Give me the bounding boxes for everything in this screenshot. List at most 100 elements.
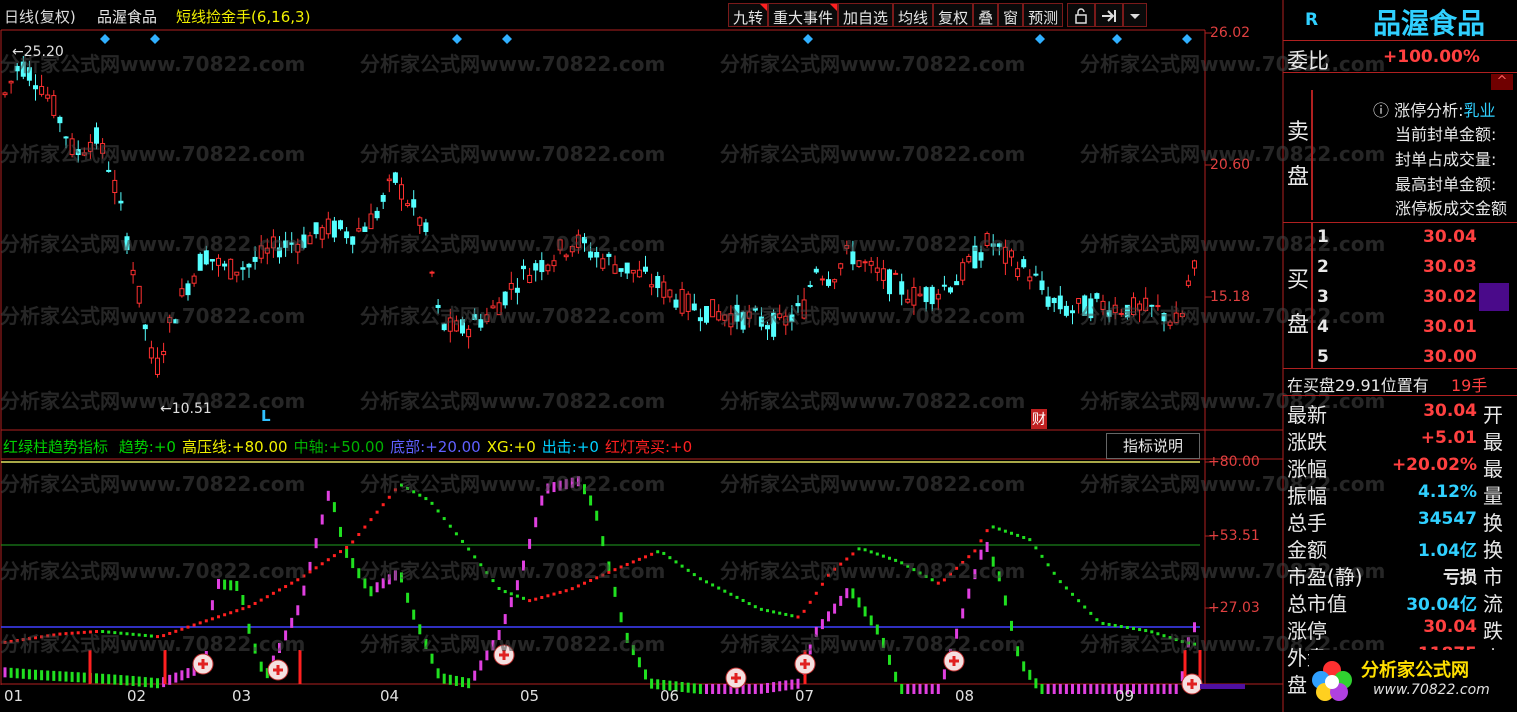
candle-body[interactable]: [777, 313, 783, 319]
candle-body[interactable]: [588, 251, 594, 258]
candle-body[interactable]: [575, 234, 581, 248]
candle-body[interactable]: [582, 236, 587, 244]
candle-body[interactable]: [246, 263, 252, 268]
candle-body[interactable]: [1167, 321, 1173, 326]
candle-body[interactable]: [350, 236, 356, 245]
candle-body[interactable]: [527, 274, 533, 284]
candle-body[interactable]: [319, 227, 325, 240]
candle-body[interactable]: [264, 247, 270, 254]
toolbar-forecast-button[interactable]: 预测: [1023, 3, 1064, 27]
candle-body[interactable]: [539, 260, 545, 273]
signal-diamond-icon[interactable]: [150, 34, 160, 44]
candle-body[interactable]: [14, 65, 20, 72]
candle-body[interactable]: [746, 311, 752, 319]
candle-body[interactable]: [783, 315, 789, 326]
candle-body[interactable]: [984, 233, 990, 247]
candle-body[interactable]: [996, 243, 1002, 247]
candle-body[interactable]: [112, 179, 118, 194]
candle-body[interactable]: [411, 199, 417, 208]
candle-body[interactable]: [118, 200, 124, 204]
candle-body[interactable]: [1185, 280, 1191, 286]
candle-body[interactable]: [1100, 300, 1106, 310]
candle-body[interactable]: [923, 287, 929, 303]
candle-body[interactable]: [758, 316, 764, 327]
candle-body[interactable]: [1155, 305, 1161, 308]
toolbar-add-watchlist-button[interactable]: 加自选: [838, 3, 894, 27]
candle-body[interactable]: [508, 282, 514, 290]
candle-body[interactable]: [423, 222, 429, 233]
candle-body[interactable]: [990, 243, 996, 247]
formula-name[interactable]: 短线捡金手(6,16,3): [176, 6, 310, 27]
candle-body[interactable]: [1118, 312, 1124, 315]
candle-body[interactable]: [972, 245, 978, 269]
candle-body[interactable]: [203, 250, 209, 265]
candle-body[interactable]: [496, 302, 502, 316]
candle-body[interactable]: [392, 172, 398, 183]
candle-body[interactable]: [234, 271, 240, 276]
candle-body[interactable]: [563, 254, 569, 258]
candle-body[interactable]: [362, 226, 368, 232]
candle-body[interactable]: [716, 311, 722, 321]
candle-body[interactable]: [26, 67, 32, 81]
candle-body[interactable]: [283, 240, 289, 248]
candle-body[interactable]: [655, 276, 661, 289]
candle-body[interactable]: [643, 266, 648, 272]
dropdown-arrow-icon[interactable]: [1123, 3, 1148, 27]
candle-body[interactable]: [917, 293, 923, 297]
indicator-explain-button[interactable]: 指标说明: [1106, 433, 1200, 459]
signal-diamond-icon[interactable]: [1035, 34, 1045, 44]
candle-body[interactable]: [75, 149, 81, 156]
candle-body[interactable]: [679, 288, 685, 314]
toolbar-window-button[interactable]: 窗: [998, 3, 1024, 27]
candle-body[interactable]: [148, 347, 154, 359]
candle-body[interactable]: [1027, 276, 1033, 282]
candle-body[interactable]: [874, 267, 880, 273]
arrow-right-bar-icon[interactable]: [1095, 3, 1124, 27]
candle-body[interactable]: [399, 184, 404, 200]
candle-body[interactable]: [338, 220, 343, 230]
candle-body[interactable]: [880, 268, 886, 281]
candle-body[interactable]: [191, 275, 197, 284]
candle-body[interactable]: [765, 324, 770, 330]
candle-body[interactable]: [374, 210, 380, 219]
buy-level-price[interactable]: 30.03: [1423, 257, 1477, 277]
toolbar-moving-average-button[interactable]: 均线: [893, 3, 934, 27]
signal-diamond-icon[interactable]: [100, 34, 110, 44]
candle-body[interactable]: [466, 328, 472, 338]
toolbar-jiuzhuan-button[interactable]: 九转: [728, 3, 769, 27]
candle-body[interactable]: [1021, 259, 1027, 268]
candle-body[interactable]: [978, 252, 984, 261]
candle-body[interactable]: [697, 317, 703, 322]
candle-body[interactable]: [905, 298, 911, 303]
candle-body[interactable]: [185, 283, 191, 296]
candle-body[interactable]: [94, 127, 99, 144]
candle-body[interactable]: [935, 293, 941, 300]
candle-body[interactable]: [887, 269, 892, 295]
candle-body[interactable]: [514, 287, 520, 293]
candle-body[interactable]: [1094, 293, 1100, 299]
candle-body[interactable]: [435, 304, 441, 308]
toolbar-overlay-button[interactable]: 叠: [973, 3, 999, 27]
candle-body[interactable]: [1009, 250, 1014, 258]
candle-body[interactable]: [826, 279, 831, 286]
candle-body[interactable]: [136, 285, 142, 304]
candle-body[interactable]: [521, 265, 526, 270]
candle-body[interactable]: [331, 220, 337, 238]
candle-body[interactable]: [618, 268, 624, 272]
candle-body[interactable]: [45, 94, 51, 99]
candle-body[interactable]: [417, 217, 423, 226]
candle-body[interactable]: [941, 284, 947, 287]
candle-body[interactable]: [636, 269, 642, 278]
candle-body[interactable]: [948, 287, 953, 293]
candle-body[interactable]: [1192, 260, 1197, 269]
candle-body[interactable]: [130, 269, 136, 276]
candle-body[interactable]: [216, 257, 221, 266]
candle-body[interactable]: [57, 116, 63, 124]
candle-body[interactable]: [673, 299, 679, 308]
candle-body[interactable]: [33, 85, 38, 90]
candle-body[interactable]: [69, 138, 75, 156]
candle-body[interactable]: [179, 288, 185, 297]
candle-body[interactable]: [155, 357, 160, 375]
candle-body[interactable]: [142, 324, 148, 330]
candle-body[interactable]: [1124, 304, 1130, 318]
